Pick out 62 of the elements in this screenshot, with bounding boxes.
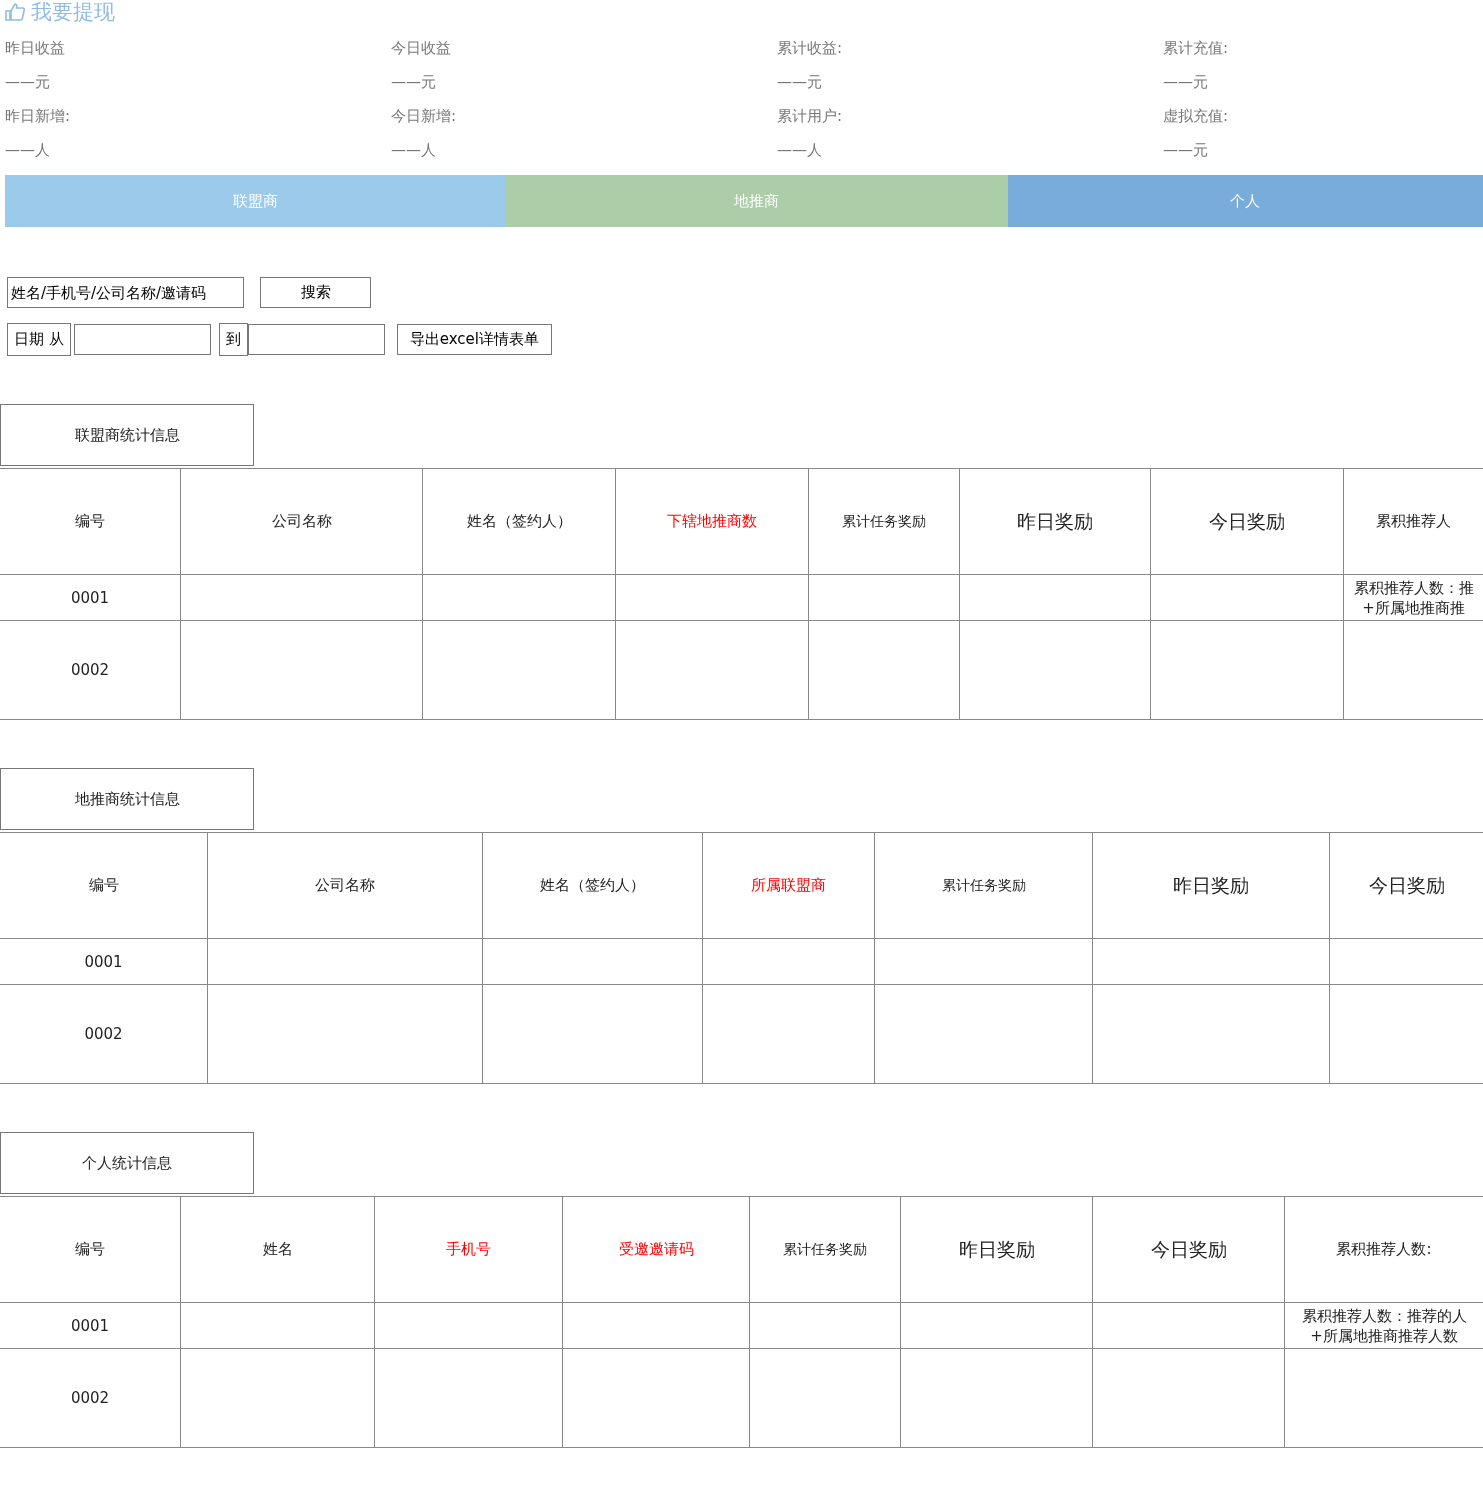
column-header: 昨日奖励 <box>960 469 1151 574</box>
stat-label: 累计用户: <box>777 107 844 125</box>
thumbs-up-icon <box>5 3 25 21</box>
stat-value: ——人 <box>391 141 437 159</box>
stat-value: ——人 <box>777 141 823 159</box>
column-header: 累积推荐人 <box>1375 511 1452 532</box>
date-from-label: 日期 从 <box>7 323 71 356</box>
id-cell: 0002 <box>0 985 208 1083</box>
column-header: 下辖地推商数 <box>616 469 809 574</box>
export-button[interactable]: 导出excel详情表单 <box>396 324 552 355</box>
column-header: 今日奖励 <box>1093 1197 1285 1302</box>
section-title: 地推商统计信息 <box>0 768 254 830</box>
column-header: 今日奖励 <box>1151 469 1344 574</box>
column-header: 编号 <box>0 833 208 938</box>
date-to-label: 到 <box>218 323 248 356</box>
stat-value: ——元 <box>1163 73 1209 91</box>
column-header: 昨日奖励 <box>901 1197 1093 1302</box>
stat-value: ——元 <box>1163 141 1209 159</box>
column-header: 受邀邀请码 <box>563 1197 750 1302</box>
id-cell: 0002 <box>0 1349 181 1447</box>
stat-label: 虚拟充值: <box>1163 107 1230 125</box>
stat-label: 今日新增: <box>391 107 458 125</box>
stat-label: 昨日收益 <box>5 39 66 57</box>
search-field[interactable]: 姓名/手机号/公司名称/邀请码 <box>7 277 244 308</box>
column-header: 累计任务奖励 <box>875 833 1093 938</box>
column-header: 编号 <box>0 469 181 574</box>
note-text: 累积推荐人数：推 +所属地推商推 <box>1353 577 1474 618</box>
id-cell: 0002 <box>0 621 181 719</box>
id-cell: 0001 <box>0 575 181 620</box>
column-header: 所属联盟商 <box>703 833 875 938</box>
stat-value: ——元 <box>777 73 823 91</box>
column-header: 手机号 <box>375 1197 563 1302</box>
date-to-field[interactable] <box>247 324 385 355</box>
column-header: 姓名（签约人） <box>483 833 703 938</box>
category-tab[interactable]: 个人 <box>1007 175 1483 227</box>
stat-label: 昨日新增: <box>5 107 72 125</box>
column-header: 姓名（签约人） <box>423 469 616 574</box>
id-cell: 0001 <box>0 939 208 984</box>
section-title: 联盟商统计信息 <box>0 404 254 466</box>
search-button[interactable]: 搜索 <box>260 277 371 308</box>
column-header: 昨日奖励 <box>1093 833 1330 938</box>
category-tab[interactable]: 地推商 <box>506 175 1008 227</box>
id-cell: 0001 <box>0 1303 181 1348</box>
stat-label: 累计充值: <box>1163 39 1230 57</box>
column-header: 累计任务奖励 <box>750 1197 901 1302</box>
column-header: 公司名称 <box>181 469 423 574</box>
stat-value: ——元 <box>5 73 51 91</box>
column-header: 编号 <box>0 1197 181 1302</box>
column-header: 累计任务奖励 <box>809 469 960 574</box>
stat-value: ——元 <box>391 73 437 91</box>
column-header: 今日奖励 <box>1367 872 1446 898</box>
stat-label: 今日收益 <box>391 39 452 57</box>
date-from-field[interactable] <box>73 324 211 355</box>
category-tab[interactable]: 联盟商 <box>5 175 507 227</box>
section-title: 个人统计信息 <box>0 1132 254 1194</box>
column-header: 累积推荐人数: <box>1335 1239 1433 1260</box>
note-text: 累积推荐人数：推荐的人 +所属地推商推荐人数 <box>1301 1305 1467 1346</box>
column-header: 公司名称 <box>208 833 483 938</box>
column-header: 姓名 <box>181 1197 375 1302</box>
stat-value: ——人 <box>5 141 51 159</box>
page-title: 我要提现 <box>31 0 115 24</box>
stat-label: 累计收益: <box>777 39 844 57</box>
